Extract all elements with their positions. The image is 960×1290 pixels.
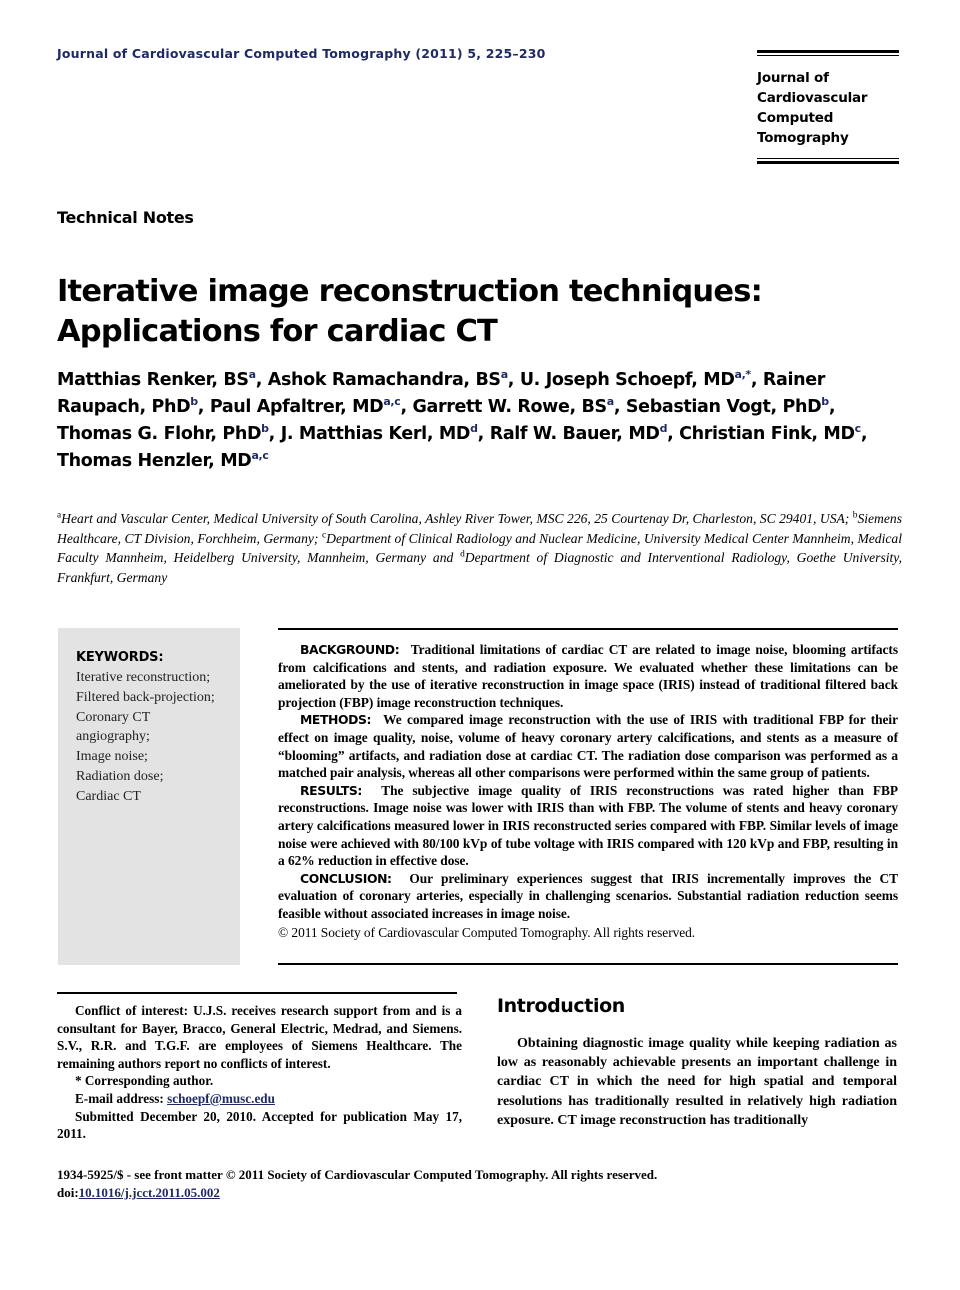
abstract-section-methods: METHODS: We compared image reconstruction… (278, 711, 898, 781)
abstract-copyright: © 2011 Society of Cardiovascular Compute… (278, 924, 696, 940)
abstract-label-conclusion: CONCLUSION: (300, 870, 392, 886)
keyword-item: Iterative reconstruction; (76, 670, 211, 685)
doi-prefix: doi: (57, 1185, 79, 1200)
conflict-of-interest-label: Conflict of interest: (75, 1003, 189, 1018)
keyword-item: Cardiac CT (76, 788, 141, 804)
abstract-label-methods: METHODS: (300, 712, 372, 728)
article-title: Iterative image reconstruction technique… (57, 274, 763, 350)
journal-logo-line-1: Journal of (757, 70, 829, 86)
logo-rule-bottom (757, 158, 899, 164)
journal-logo-line-3: Computed Tomography (757, 110, 849, 146)
page-footer: 1934-5925/$ - see front matter © 2011 So… (57, 1166, 897, 1202)
keywords-box: KEYWORDS: Iterative reconstruction; Filt… (58, 628, 240, 965)
author-list: Matthias Renker, BSa, Ashok Ramachandra,… (57, 368, 868, 471)
conflict-of-interest: Conflict of interest: U.J.S. receives re… (57, 1002, 462, 1072)
corresponding-author-note: * Corresponding author. (75, 1073, 214, 1089)
abstract-label-results: RESULTS: (300, 782, 362, 798)
running-head: Journal of Cardiovascular Computed Tomog… (57, 46, 546, 61)
keyword-item: Filtered back-projection; (76, 689, 215, 705)
keyword-item: Radiation dose; (76, 768, 164, 784)
keyword-item: angiography; (76, 729, 150, 745)
keywords-heading: KEYWORDS: (76, 650, 164, 665)
section-type-label: Technical Notes (57, 208, 194, 227)
introduction-heading: Introduction (497, 995, 625, 1017)
footnote-rule (57, 992, 457, 994)
doi-line: doi:10.1016/j.jcct.2011.05.002 (57, 1184, 897, 1202)
submitted-note: Submitted December 20, 2010. Accepted fo… (57, 1108, 462, 1142)
abstract-rule-top (278, 628, 898, 630)
keywords-list: Iterative reconstruction; Filtered back-… (76, 668, 226, 807)
keyword-item: Coronary CT (76, 709, 151, 725)
journal-logo: Journal of Cardiovascular Computed Tomog… (757, 50, 899, 164)
introduction-paragraph: Obtaining diagnostic image quality while… (497, 1036, 897, 1128)
article-page: Journal of Cardiovascular Computed Tomog… (0, 0, 960, 1290)
email-label: E-mail address: (75, 1090, 164, 1106)
abstract-section-results: RESULTS: The subjective image quality of … (278, 782, 898, 870)
logo-rule-top (757, 50, 899, 56)
email-note: E-mail address: schoepf@musc.edu (57, 1090, 462, 1108)
introduction-section: Introduction Obtaining diagnostic image … (497, 995, 897, 1130)
journal-logo-line-2: Cardiovascular (757, 90, 868, 106)
affiliations: aHeart and Vascular Center, Medical Univ… (57, 510, 902, 585)
front-matter-line: 1934-5925/$ - see front matter © 2011 So… (57, 1167, 658, 1182)
abstract-section-conclusion: CONCLUSION: Our preliminary experiences s… (278, 870, 898, 923)
doi-link[interactable]: 10.1016/j.jcct.2011.05.002 (79, 1185, 220, 1200)
abstract-rule-bottom (278, 963, 898, 965)
abstract: BACKGROUND: Traditional limitations of ca… (278, 628, 898, 941)
keyword-item: Image noise; (76, 749, 148, 765)
footnotes: Conflict of interest: U.J.S. receives re… (57, 1002, 462, 1143)
abstract-label-background: BACKGROUND: (300, 642, 400, 657)
email-link[interactable]: schoepf@musc.edu (167, 1091, 275, 1106)
abstract-section-background: BACKGROUND: Traditional limitations of ca… (278, 641, 898, 711)
